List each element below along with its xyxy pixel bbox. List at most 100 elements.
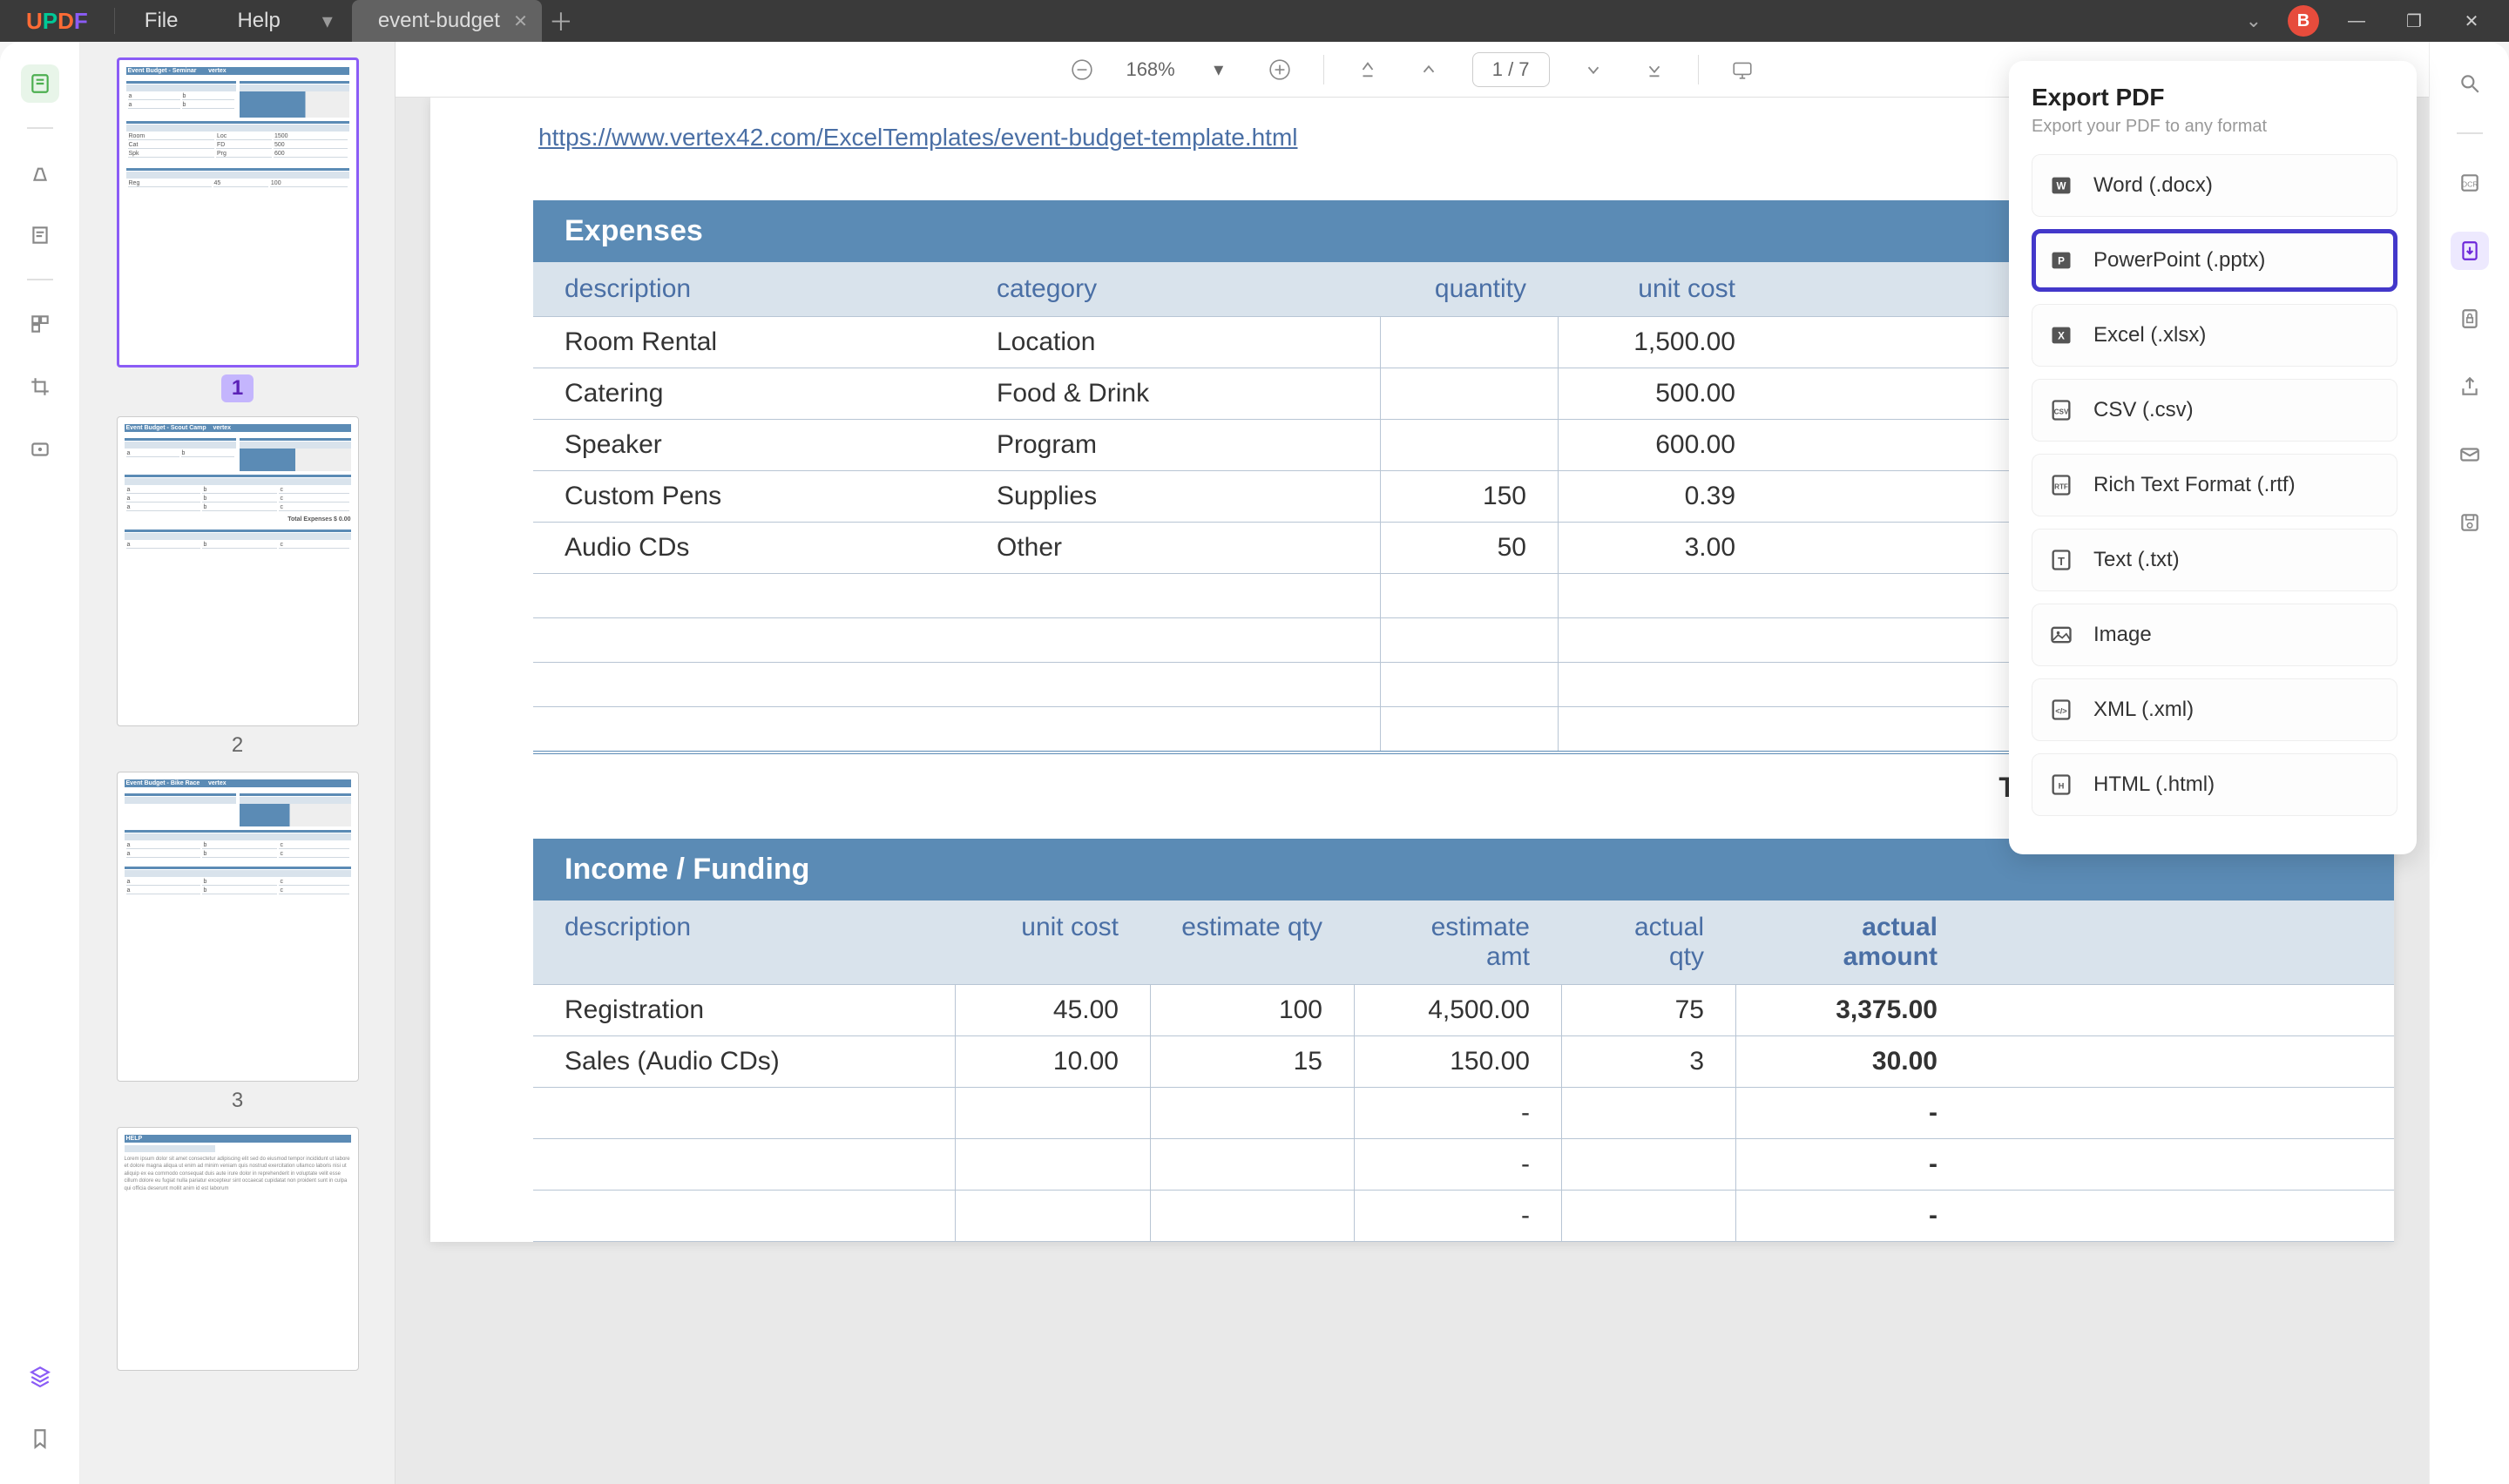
image-icon [2048,622,2074,648]
export-image-button[interactable]: Image [2032,604,2397,666]
app-logo: UPDF [0,8,114,35]
separator [2457,132,2483,134]
table-row: Sales (Audio CDs)10.0015150.00330.00 [533,1036,2394,1088]
col-estimate-qty: estimate qty [1150,901,1354,984]
svg-text:</>: </> [2055,707,2067,716]
svg-text:CSV: CSV [2054,408,2069,416]
minimize-button[interactable]: — [2337,11,2377,31]
tab-list-dropdown[interactable]: ▾ [310,9,345,34]
tab-label: event-budget [378,9,500,33]
reader-tool-icon[interactable] [21,64,59,103]
svg-text:H: H [2059,782,2065,791]
first-page-button[interactable] [1350,52,1385,87]
col-category: category [965,262,1380,316]
prev-page-button[interactable] [1411,52,1446,87]
mail-icon[interactable] [2451,435,2489,474]
export-panel: Export PDF Export your PDF to any format… [2009,61,2417,854]
svg-text:X: X [2058,331,2065,342]
table-row: -- [533,1139,2394,1191]
share-icon[interactable] [2451,368,2489,406]
export-powerpoint-button[interactable]: PPowerPoint (.pptx) [2032,229,2397,292]
svg-text:P: P [2058,256,2065,267]
zoom-out-button[interactable] [1065,52,1099,87]
new-tab-button[interactable]: ＋ [542,3,580,38]
col-estimate-amt: estimate amt [1354,901,1561,984]
export-excel-button[interactable]: XExcel (.xlsx) [2032,304,2397,367]
highlight-tool-icon[interactable] [21,153,59,192]
csv-icon: CSV [2048,397,2074,423]
export-xml-button[interactable]: </>XML (.xml) [2032,678,2397,741]
svg-text:T: T [2058,555,2065,568]
close-icon[interactable]: ✕ [513,10,528,32]
separator [27,279,53,280]
zoom-in-button[interactable] [1262,52,1297,87]
organize-tool-icon[interactable] [21,305,59,343]
zoom-dropdown[interactable]: ▾ [1201,52,1236,87]
presentation-icon[interactable] [1725,52,1760,87]
document-tab[interactable]: event-budget ✕ [352,0,542,42]
save-icon[interactable] [2451,503,2489,542]
layers-icon[interactable] [21,1357,59,1395]
separator [1323,55,1324,84]
export-title: Export PDF [2032,84,2397,111]
avatar[interactable]: B [2288,5,2319,37]
chevron-down-icon[interactable]: ⌄ [2237,10,2270,32]
redact-tool-icon[interactable] [21,430,59,469]
search-icon[interactable] [2451,64,2489,103]
table-header-row: description unit cost estimate qty estim… [533,901,2394,985]
col-unit-cost: unit cost [1558,262,1767,316]
ocr-icon[interactable]: OCR [2451,164,2489,202]
col-description: description [533,901,955,984]
page-thumbnail[interactable]: HELP Lorem ipsum dolor sit amet consecte… [117,1127,359,1371]
protect-icon[interactable] [2451,300,2489,338]
bookmark-icon[interactable] [21,1420,59,1458]
svg-text:RTF: RTF [2054,483,2068,491]
table-row: -- [533,1191,2394,1242]
export-subtitle: Export your PDF to any format [2032,117,2397,137]
table-row: -- [533,1088,2394,1139]
html-icon: H [2048,772,2074,798]
menu-file[interactable]: File [115,9,208,33]
page-number: 2 [232,733,243,758]
last-page-button[interactable] [1637,52,1672,87]
svg-text:W: W [2056,181,2066,192]
col-actual-qty: actual qty [1561,901,1735,984]
thumbnail-pane: Event Budget - Seminar vertex abab RoomL… [80,42,396,1484]
xml-icon: </> [2048,697,2074,723]
page-thumbnail[interactable]: Event Budget - Seminar vertex abab RoomL… [117,57,359,368]
crop-tool-icon[interactable] [21,368,59,406]
export-word-button[interactable]: WWord (.docx) [2032,154,2397,217]
rtf-icon: RTF [2048,472,2074,498]
export-text-button[interactable]: TText (.txt) [2032,529,2397,591]
edit-tool-icon[interactable] [21,216,59,254]
right-rail: OCR [2429,42,2509,1484]
export-icon[interactable] [2451,232,2489,270]
menu-help[interactable]: Help [207,9,309,33]
page-number: 3 [232,1089,243,1113]
left-rail [0,42,80,1484]
maximize-button[interactable]: ❐ [2394,10,2434,32]
excel-icon: X [2048,322,2074,348]
col-unit-cost: unit cost [955,901,1150,984]
col-actual-amount: actual amount [1735,901,1969,984]
text-icon: T [2048,547,2074,573]
svg-text:OCR: OCR [2461,179,2478,188]
word-icon: W [2048,172,2074,199]
page-number-badge: 1 [221,374,254,402]
export-html-button[interactable]: HHTML (.html) [2032,753,2397,816]
separator [1698,55,1699,84]
next-page-button[interactable] [1576,52,1611,87]
col-description: description [533,262,965,316]
table-row: Registration45.001004,500.00753,375.00 [533,985,2394,1036]
separator [27,127,53,129]
export-rtf-button[interactable]: RTFRich Text Format (.rtf) [2032,454,2397,516]
powerpoint-icon: P [2048,247,2074,273]
page-thumbnail[interactable]: Event Budget - Scout Camp vertex ab abca… [117,416,359,726]
page-indicator[interactable]: 1 / 7 [1472,52,1550,87]
col-quantity: quantity [1380,262,1558,316]
close-button[interactable]: ✕ [2452,10,2492,32]
page-thumbnail[interactable]: Event Budget - Bike Race vertex abcabc a… [117,772,359,1082]
export-csv-button[interactable]: CSVCSV (.csv) [2032,379,2397,442]
zoom-value: 168% [1126,58,1174,81]
titlebar: UPDF File Help ▾ event-budget ✕ ＋ ⌄ B — … [0,0,2509,42]
